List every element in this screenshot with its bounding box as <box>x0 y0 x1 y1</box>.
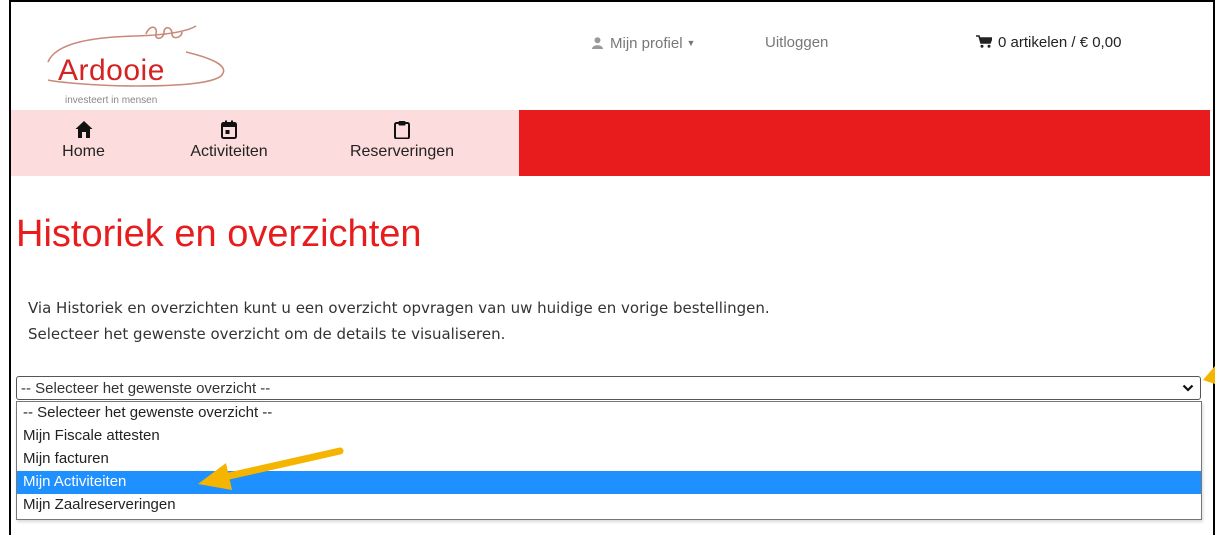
nav-tab-label: Activiteiten <box>190 143 268 160</box>
profile-label: Mijn profiel <box>610 35 683 52</box>
cart-icon <box>976 35 992 48</box>
main-navbar: Home Activiteiten Reserveringen <box>11 110 1210 176</box>
profile-menu[interactable]: Mijn profiel ▼ <box>592 34 695 53</box>
logo-tagline: investeert in mensen <box>65 95 158 106</box>
page-title: Historiek en overzichten <box>16 213 422 255</box>
nav-tabs: Home Activiteiten Reserveringen <box>11 110 519 176</box>
home-icon <box>75 121 92 138</box>
intro-line: Via Historiek en overzichten kunt u een … <box>28 299 770 317</box>
nav-tab-activiteiten[interactable]: Activiteiten <box>156 110 302 176</box>
dropdown-option[interactable]: Mijn Zaalreserveringen <box>17 494 1201 517</box>
dropdown-option-highlighted[interactable]: Mijn Activiteiten <box>17 471 1201 494</box>
overview-select[interactable]: -- Selecteer het gewenste overzicht -- <box>16 376 1201 400</box>
chevron-down-icon <box>1182 384 1194 392</box>
nav-tab-home[interactable]: Home <box>11 110 156 176</box>
cart-link[interactable]: 0 artikelen / € 0,00 <box>976 34 1121 52</box>
dropdown-option[interactable]: -- Selecteer het gewenste overzicht -- <box>17 402 1201 425</box>
user-icon <box>592 37 603 49</box>
nav-tab-label: Reserveringen <box>349 143 455 160</box>
dropdown-option[interactable]: Mijn facturen <box>17 448 1201 471</box>
intro-text: Via Historiek en overzichten kunt u een … <box>28 295 770 347</box>
intro-line: Selecteer het gewenste overzicht om de d… <box>28 325 506 343</box>
cart-label: 0 artikelen / € 0,00 <box>998 34 1122 51</box>
calendar-icon <box>221 120 237 139</box>
select-value: -- Selecteer het gewenste overzicht -- <box>21 380 271 397</box>
logout-link[interactable]: Uitloggen <box>765 34 828 52</box>
nav-tab-reserveringen[interactable]: Reserveringen <box>302 110 502 176</box>
caret-down-icon: ▼ <box>686 38 696 48</box>
logo-wordmark: Ardooie <box>58 54 165 87</box>
ardooie-logo[interactable]: Ardooie investeert in mensen <box>36 22 236 106</box>
dropdown-option[interactable]: Mijn Fiscale attesten <box>17 425 1201 448</box>
overview-dropdown-list: -- Selecteer het gewenste overzicht -- M… <box>16 401 1202 520</box>
clipboard-icon <box>394 121 410 139</box>
nav-tab-label: Home <box>62 143 105 160</box>
